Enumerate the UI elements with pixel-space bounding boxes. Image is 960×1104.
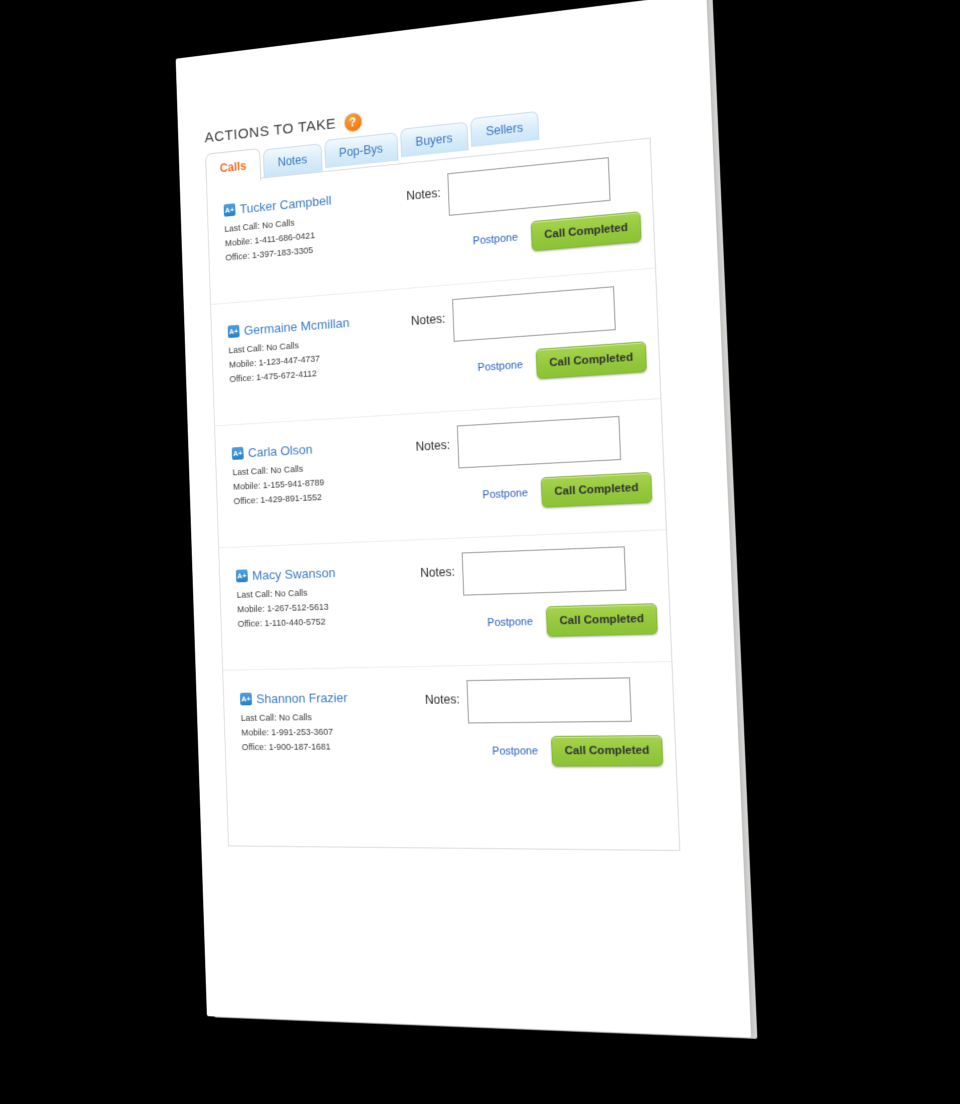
actions-line: Postpone Call Completed — [417, 472, 655, 514]
contact-name-line: A+ Shannon Frazier — [240, 689, 425, 707]
notes-input[interactable] — [467, 677, 632, 723]
table-row: A+ Macy Swanson Last Call: No Calls Mobi… — [219, 530, 671, 671]
grade-badge-icon[interactable]: A+ — [224, 203, 236, 217]
notes-input[interactable] — [462, 546, 627, 595]
notes-line: Notes: — [424, 677, 663, 724]
contact-info: A+ Carla Olson Last Call: No Calls Mobil… — [232, 436, 418, 509]
contact-name-link[interactable]: Carla Olson — [248, 442, 313, 460]
call-completed-button[interactable]: Call Completed — [546, 603, 658, 637]
postpone-link[interactable]: Postpone — [492, 745, 538, 757]
tab-sellers[interactable]: Sellers — [470, 111, 539, 147]
notes-line: Notes: — [420, 545, 659, 597]
contact-name-link[interactable]: Shannon Frazier — [256, 690, 348, 706]
tilted-page-wrapper: ACTIONS TO TAKE ? Calls Notes Pop-Bys Bu… — [176, 0, 751, 1038]
tab-pop-bys[interactable]: Pop-Bys — [324, 132, 398, 168]
row-actions: Notes: Postpone Call Completed — [420, 545, 660, 640]
notes-input[interactable] — [447, 157, 610, 216]
tab-buyers[interactable]: Buyers — [400, 122, 468, 158]
postpone-link[interactable]: Postpone — [473, 232, 519, 248]
actions-line: Postpone Call Completed — [422, 603, 660, 640]
row-actions: Notes: Postpone Call Completed — [406, 154, 644, 262]
actions-line: Postpone Call Completed — [412, 341, 649, 387]
table-row: A+ Shannon Frazier Last Call: No Calls M… — [223, 662, 677, 794]
contact-info: A+ Germaine Mcmillan Last Call: No Calls… — [228, 310, 413, 387]
tab-calls[interactable]: Calls — [205, 148, 261, 186]
notes-label: Notes: — [415, 426, 450, 454]
grade-badge-icon[interactable]: A+ — [236, 569, 248, 582]
notes-input[interactable] — [457, 416, 621, 469]
contact-name-link[interactable]: Macy Swanson — [252, 565, 336, 583]
notes-line: Notes: — [415, 414, 653, 471]
grade-badge-icon[interactable]: A+ — [232, 447, 244, 460]
help-question-icon[interactable]: ? — [343, 112, 362, 133]
row-actions: Notes: Postpone Call Completed — [410, 284, 649, 388]
screenshot-stage: ACTIONS TO TAKE ? Calls Notes Pop-Bys Bu… — [0, 0, 960, 1104]
contact-info: A+ Tucker Campbell Last Call: No Calls M… — [224, 185, 409, 265]
actions-line: Postpone Call Completed — [408, 211, 644, 262]
notes-input[interactable] — [452, 286, 616, 342]
contact-info: A+ Shannon Frazier Last Call: No Calls M… — [240, 689, 427, 755]
call-list: A+ Tucker Campbell Last Call: No Calls M… — [207, 139, 677, 795]
row-actions: Notes: Postpone Call Completed — [424, 677, 665, 767]
row-actions: Notes: Postpone Call Completed — [415, 414, 655, 513]
notes-label: Notes: — [410, 300, 445, 328]
office-phone-text: Office: 1-900-187-1681 — [242, 739, 427, 755]
postpone-link[interactable]: Postpone — [482, 487, 528, 501]
notes-label: Notes: — [406, 174, 441, 203]
call-completed-button[interactable]: Call Completed — [531, 211, 642, 251]
notes-label: Notes: — [420, 553, 455, 580]
contact-name-line: A+ Macy Swanson — [236, 562, 421, 583]
contact-name-link[interactable]: Germaine Mcmillan — [244, 315, 350, 338]
tab-notes[interactable]: Notes — [263, 143, 322, 177]
notes-line: Notes: — [410, 284, 647, 345]
call-completed-button[interactable]: Call Completed — [541, 472, 652, 508]
postpone-link[interactable]: Postpone — [477, 359, 523, 374]
grade-badge-icon[interactable]: A+ — [240, 693, 252, 706]
postpone-link[interactable]: Postpone — [487, 616, 533, 629]
table-row: A+ Carla Olson Last Call: No Calls Mobil… — [215, 399, 666, 548]
contact-info: A+ Macy Swanson Last Call: No Calls Mobi… — [236, 562, 422, 632]
calls-panel: A+ Tucker Campbell Last Call: No Calls M… — [206, 138, 680, 851]
notes-label: Notes: — [424, 680, 460, 707]
page-surface: ACTIONS TO TAKE ? Calls Notes Pop-Bys Bu… — [176, 0, 751, 1038]
mobile-phone-text: Mobile: 1-991-253-3607 — [241, 724, 426, 740]
call-completed-button[interactable]: Call Completed — [536, 341, 647, 379]
actions-line: Postpone Call Completed — [426, 735, 665, 767]
notes-line: Notes: — [406, 154, 642, 220]
grade-badge-icon[interactable]: A+ — [228, 325, 240, 338]
call-completed-button[interactable]: Call Completed — [551, 735, 663, 767]
